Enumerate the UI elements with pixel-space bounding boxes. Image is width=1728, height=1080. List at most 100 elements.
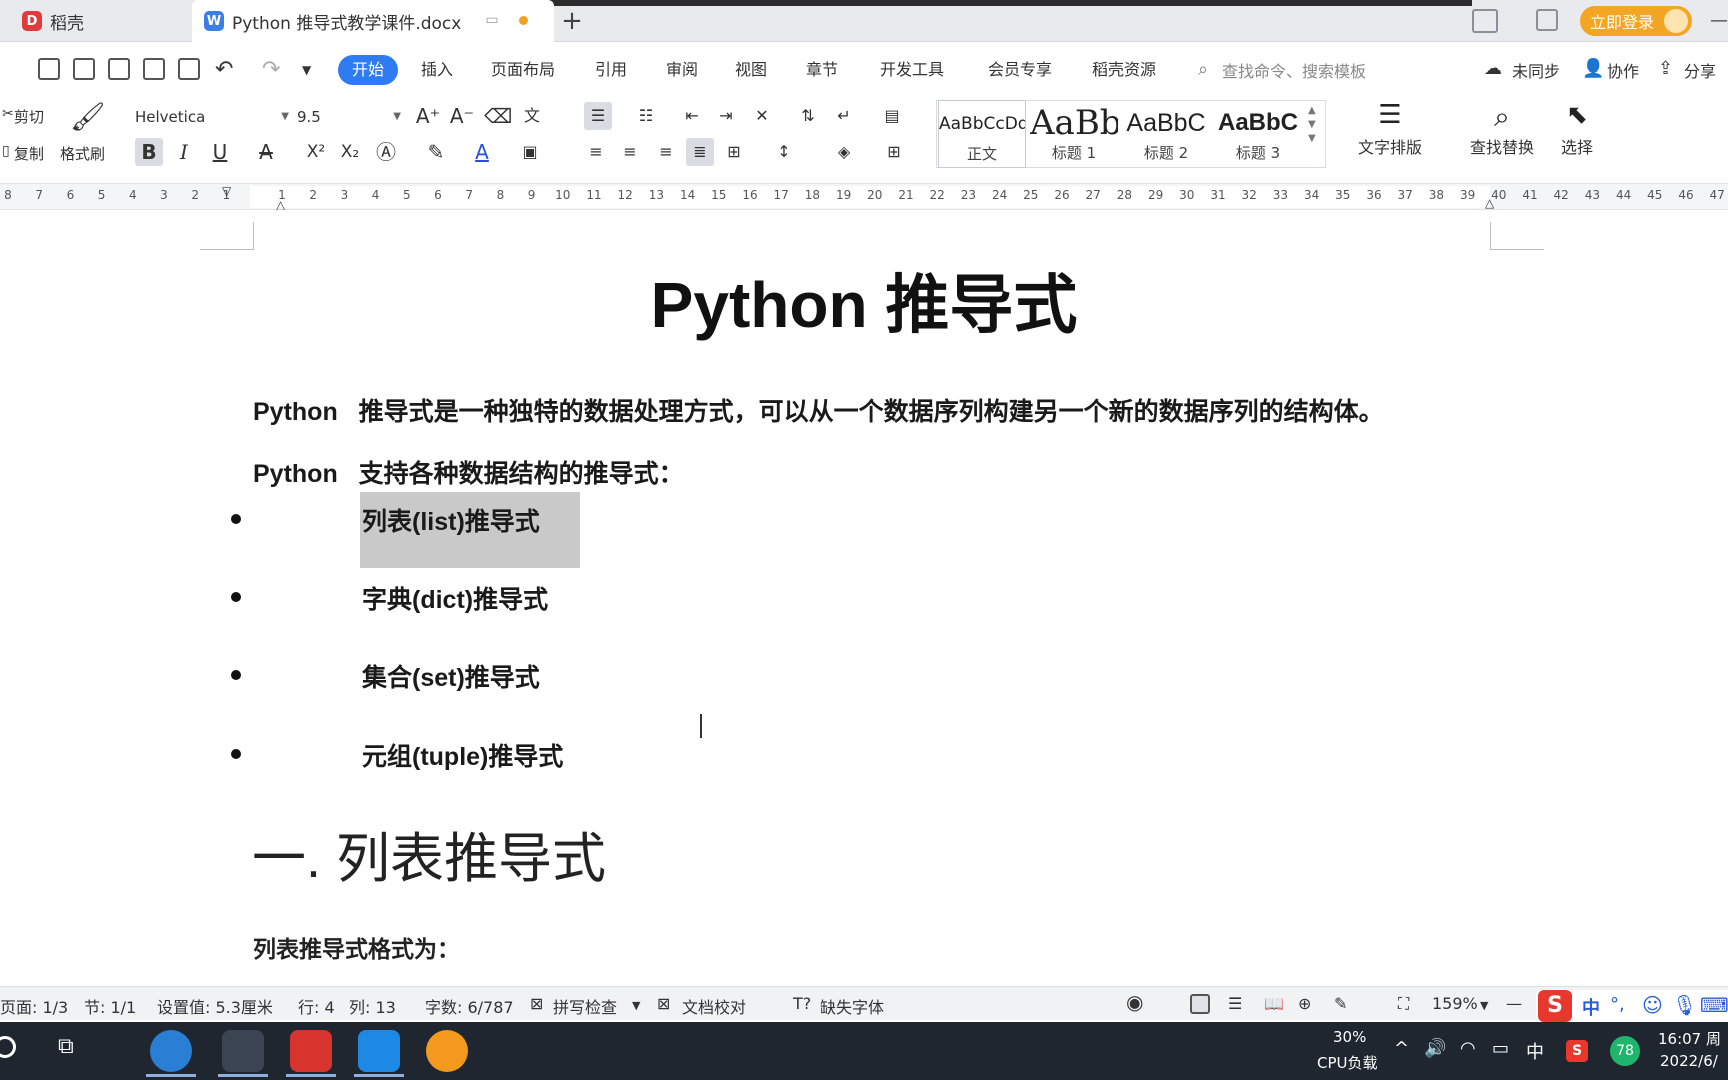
cut-button[interactable]: 剪切 xyxy=(14,106,44,127)
apps-grid-icon[interactable] xyxy=(1536,9,1558,31)
save-icon[interactable] xyxy=(73,58,95,80)
char-border-icon[interactable]: ▣ xyxy=(516,138,544,166)
format-painter-button[interactable]: 格式刷 xyxy=(60,143,105,164)
copy-button[interactable]: 复制 xyxy=(14,143,44,164)
grow-font-icon[interactable]: A⁺ xyxy=(414,102,442,130)
phonetic-guide-icon[interactable]: 文 xyxy=(518,102,546,130)
quick-access-more-icon[interactable]: ▼ xyxy=(302,58,311,82)
increase-indent-icon[interactable]: ⇥ xyxy=(712,102,740,130)
sogou-browser-icon[interactable] xyxy=(150,1030,192,1072)
clear-format-icon[interactable]: ⌫ xyxy=(484,102,512,130)
write-mode-icon[interactable]: ✎ xyxy=(1334,994,1347,1013)
align-left-button[interactable]: ≡ xyxy=(582,138,610,166)
zoom-level[interactable]: 159% xyxy=(1432,994,1478,1013)
ruler-toggle-icon[interactable]: ▤ xyxy=(878,102,906,130)
style-heading-2[interactable]: AaBbC 标题 2 xyxy=(1122,100,1210,168)
find-replace-button[interactable]: ⌕ 查找替换 xyxy=(1458,100,1546,158)
undo-icon[interactable]: ↶ xyxy=(215,58,233,82)
menu-view[interactable]: 视图 xyxy=(735,58,767,82)
login-button[interactable]: 立即登录 xyxy=(1580,6,1692,36)
tab-document[interactable]: W Python 推导式教学课件.docx ▭ xyxy=(192,0,554,42)
task-view-icon[interactable]: ⧉ xyxy=(58,1034,74,1059)
collab-button[interactable]: 协作 xyxy=(1607,58,1639,82)
bold-button[interactable]: B xyxy=(135,138,163,166)
zoom-out-button[interactable]: — xyxy=(1506,994,1522,1013)
font-name-select[interactable]: Helvetica ▼ xyxy=(134,102,294,130)
menu-review[interactable]: 审阅 xyxy=(666,58,698,82)
tab-docer[interactable]: D 稻壳 xyxy=(22,0,187,42)
wps-office-icon[interactable] xyxy=(290,1030,332,1072)
sogou-ime-icon[interactable]: S xyxy=(1538,990,1572,1022)
battery-icon[interactable]: ▭ xyxy=(1492,1038,1509,1059)
clock-date[interactable]: 2022/6/ xyxy=(1660,1052,1718,1070)
typora-icon[interactable] xyxy=(222,1030,264,1072)
page-view-icon[interactable] xyxy=(1190,994,1210,1014)
print-preview-icon[interactable] xyxy=(178,58,200,80)
recorder-app-icon[interactable] xyxy=(426,1030,468,1072)
menu-references[interactable]: 引用 xyxy=(595,58,627,82)
menu-devtools[interactable]: 开发工具 xyxy=(880,58,944,82)
strikethrough-button[interactable]: A xyxy=(252,138,280,166)
emoji-icon[interactable]: ☺ xyxy=(1642,993,1663,1017)
share-button[interactable]: 分享 xyxy=(1684,58,1716,82)
tray-ime-language[interactable]: 中 xyxy=(1526,1038,1544,1064)
minimize-icon[interactable]: — xyxy=(1710,10,1728,31)
outline-view-icon[interactable]: ☰ xyxy=(1228,994,1242,1013)
reading-view-icon[interactable]: 📖 xyxy=(1264,994,1284,1013)
underline-button[interactable]: U xyxy=(206,138,234,166)
punctuation-icon[interactable]: °, xyxy=(1610,994,1625,1015)
web-view-icon[interactable]: ⊕ xyxy=(1298,994,1311,1013)
italic-button[interactable]: I xyxy=(170,138,198,166)
fit-page-icon[interactable]: ⛶ xyxy=(1398,994,1409,1014)
wifi-icon[interactable]: ◠ xyxy=(1460,1038,1476,1059)
font-size-select[interactable]: 9.5 ▼ xyxy=(296,102,406,130)
tray-sogou-icon[interactable]: S xyxy=(1566,1040,1588,1062)
menu-vip[interactable]: 会员专享 xyxy=(988,58,1052,82)
menu-insert[interactable]: 插入 xyxy=(421,58,453,82)
status-page[interactable]: 页面: 1/3 xyxy=(0,994,68,1018)
proofread-button[interactable]: 文档校对 xyxy=(682,994,746,1018)
new-tab-button[interactable]: + xyxy=(554,4,590,38)
menu-chapter[interactable]: 章节 xyxy=(806,58,838,82)
clock-time[interactable]: 16:07 周 xyxy=(1658,1028,1721,1049)
keyboard-icon[interactable]: ⌨ xyxy=(1700,993,1728,1017)
command-search[interactable]: 查找命令、搜索模板 xyxy=(1222,58,1366,82)
text-layout-button[interactable]: ☰ 文字排版 xyxy=(1346,100,1434,158)
redo-icon[interactable]: ↷ xyxy=(262,58,280,82)
menu-layout[interactable]: 页面布局 xyxy=(491,58,555,82)
eye-protect-icon[interactable]: ◉ xyxy=(1126,990,1143,1014)
tray-badge[interactable]: 78 xyxy=(1610,1036,1640,1066)
microphone-icon[interactable]: 🎙 xyxy=(1672,993,1697,1017)
align-center-button[interactable]: ≡ xyxy=(616,138,644,166)
font-color-button[interactable]: A xyxy=(468,138,496,166)
volume-icon[interactable]: 🔊 xyxy=(1424,1038,1446,1059)
distribute-button[interactable]: ⊞ xyxy=(720,138,748,166)
tab-monitor-icon[interactable]: ▭ xyxy=(484,12,500,28)
align-right-button[interactable]: ≡ xyxy=(652,138,680,166)
spellcheck-button[interactable]: 拼写检查 xyxy=(553,994,617,1018)
numbered-list-button[interactable]: ☷ xyxy=(632,102,660,130)
chinese-layout-icon[interactable]: ✕ xyxy=(748,102,776,130)
shading-icon[interactable]: ◈ xyxy=(830,138,858,166)
shrink-font-icon[interactable]: A⁻ xyxy=(448,102,476,130)
show-marks-icon[interactable]: ↵ xyxy=(830,102,858,130)
feishu-icon[interactable] xyxy=(358,1030,400,1072)
menu-start[interactable]: 开始 xyxy=(338,55,398,85)
highlight-icon[interactable]: ✎ xyxy=(422,138,450,166)
line-spacing-icon[interactable]: ↕ xyxy=(770,138,798,166)
borders-icon[interactable]: ⊞ xyxy=(880,138,908,166)
print-icon[interactable] xyxy=(143,58,165,80)
bullet-list-button[interactable]: ☰ xyxy=(584,102,612,130)
status-words[interactable]: 字数: 6/787 xyxy=(425,994,514,1018)
ime-language[interactable]: 中 xyxy=(1582,994,1600,1020)
open-folder-icon[interactable] xyxy=(38,58,60,80)
style-heading-3[interactable]: AaBbC 标题 3 xyxy=(1214,100,1302,168)
missing-font-button[interactable]: 缺失字体 xyxy=(820,994,884,1018)
subscript-button[interactable]: X₂ xyxy=(336,138,364,166)
superscript-button[interactable]: X² xyxy=(302,138,330,166)
sort-icon[interactable]: ⇅ xyxy=(794,102,822,130)
menu-resources[interactable]: 稻壳资源 xyxy=(1092,58,1156,82)
justify-button[interactable]: ≣ xyxy=(686,138,714,166)
select-button[interactable]: ⬉ 选择 xyxy=(1552,100,1602,158)
style-heading-1[interactable]: AaBb 标题 1 xyxy=(1030,100,1118,168)
